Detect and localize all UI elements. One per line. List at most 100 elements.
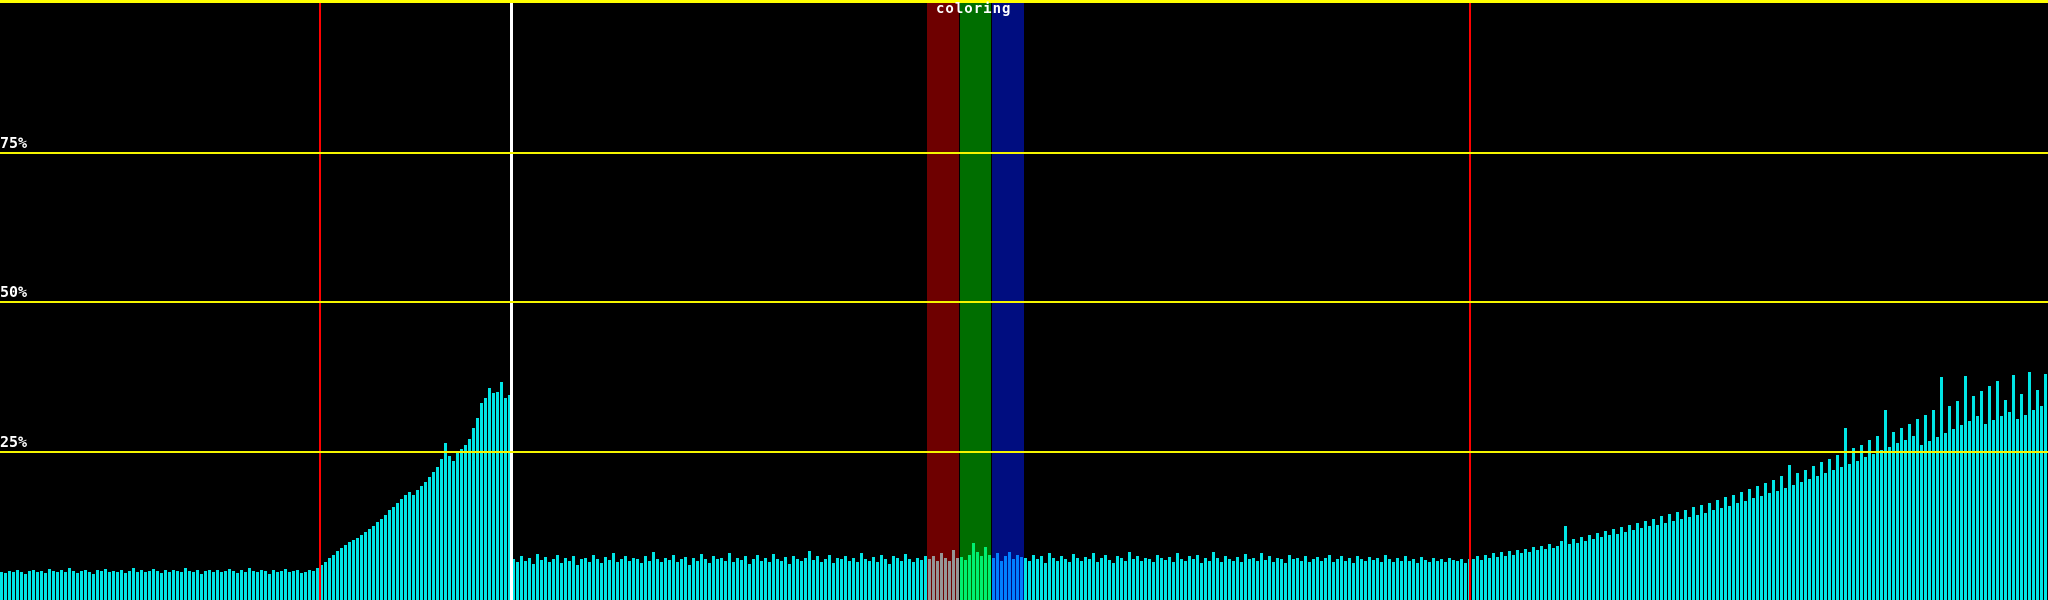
bar: [428, 477, 431, 600]
bar: [1784, 488, 1787, 600]
bar: [948, 561, 951, 600]
bar: [768, 562, 771, 600]
bar: [640, 563, 643, 600]
bar: [76, 573, 79, 600]
bar: [1596, 533, 1599, 600]
bar: [928, 559, 931, 600]
bar: [1948, 406, 1951, 600]
bar: [752, 559, 755, 600]
bar: [1156, 555, 1159, 600]
bar: [228, 569, 231, 600]
bar: [740, 560, 743, 600]
bar: [964, 560, 967, 600]
bar: [1724, 497, 1727, 600]
bar: [1760, 496, 1763, 600]
bar: [1228, 559, 1231, 600]
bar: [1580, 537, 1583, 600]
bar: [1372, 560, 1375, 600]
bar: [1328, 555, 1331, 600]
bar: [2036, 390, 2039, 600]
bar: [1204, 558, 1207, 600]
bar: [176, 571, 179, 600]
bar: [1108, 560, 1111, 600]
bar: [224, 571, 227, 600]
bar: [144, 572, 147, 600]
bar: [1480, 560, 1483, 600]
bar: [1116, 556, 1119, 600]
bar: [800, 561, 803, 600]
bar: [424, 482, 427, 600]
bar: [1352, 563, 1355, 600]
bar: [1516, 550, 1519, 600]
bar: [816, 556, 819, 600]
bar: [252, 571, 255, 600]
bar: [520, 556, 523, 600]
bar: [1820, 462, 1823, 600]
bar: [1080, 561, 1083, 600]
bar: [664, 558, 667, 600]
bar: [1912, 436, 1915, 600]
bar: [1656, 525, 1659, 600]
bar: [1040, 556, 1043, 600]
bar: [908, 559, 911, 600]
bar: [1060, 556, 1063, 600]
bar: [1736, 503, 1739, 600]
bar: [484, 398, 487, 600]
bar: [1584, 541, 1587, 600]
bar: [1152, 562, 1155, 600]
bar: [1324, 558, 1327, 600]
bar: [344, 545, 347, 600]
bar: [1764, 483, 1767, 600]
bar: [56, 572, 59, 600]
bar: [1792, 485, 1795, 600]
bar: [980, 556, 983, 600]
bar: [1412, 559, 1415, 600]
bar: [1028, 561, 1031, 600]
bar: [108, 572, 111, 600]
bar: [1924, 415, 1927, 600]
bar: [1936, 437, 1939, 600]
bar: [1804, 470, 1807, 600]
bar: [32, 570, 35, 600]
bar: [1344, 561, 1347, 600]
bar: [1264, 560, 1267, 600]
bar: [1540, 546, 1543, 600]
bar: [960, 557, 963, 600]
bar: [1976, 416, 1979, 600]
bar: [1740, 492, 1743, 600]
bar: [1504, 556, 1507, 600]
bar: [1676, 512, 1679, 600]
bar: [1016, 555, 1019, 600]
bar: [280, 571, 283, 600]
bar: [1776, 491, 1779, 600]
bar: [580, 559, 583, 600]
bar: [444, 443, 447, 600]
bar: [1876, 436, 1879, 600]
bar: [1592, 539, 1595, 600]
coloring-annotation-label: coloring: [936, 1, 1012, 17]
bar: [496, 392, 499, 600]
bar: [1424, 560, 1427, 600]
bar: [612, 553, 615, 600]
bar: [1260, 553, 1263, 600]
bar: [1248, 559, 1251, 600]
bar: [1216, 558, 1219, 600]
bar: [476, 418, 479, 600]
bar: [1396, 558, 1399, 600]
bar: [148, 571, 151, 600]
bar: [180, 572, 183, 600]
bar: [968, 555, 971, 600]
bar: [1488, 558, 1491, 600]
bar: [1208, 561, 1211, 600]
histogram-chart: 75% 50% 25% coloring: [0, 0, 2048, 600]
bar: [700, 554, 703, 600]
bar: [1148, 559, 1151, 600]
bar: [636, 559, 639, 600]
bar: [1172, 562, 1175, 600]
bar: [936, 561, 939, 600]
bar: [772, 554, 775, 600]
bar: [1728, 506, 1731, 600]
bar: [892, 556, 895, 600]
bar: [2020, 394, 2023, 600]
bar: [1320, 561, 1323, 600]
